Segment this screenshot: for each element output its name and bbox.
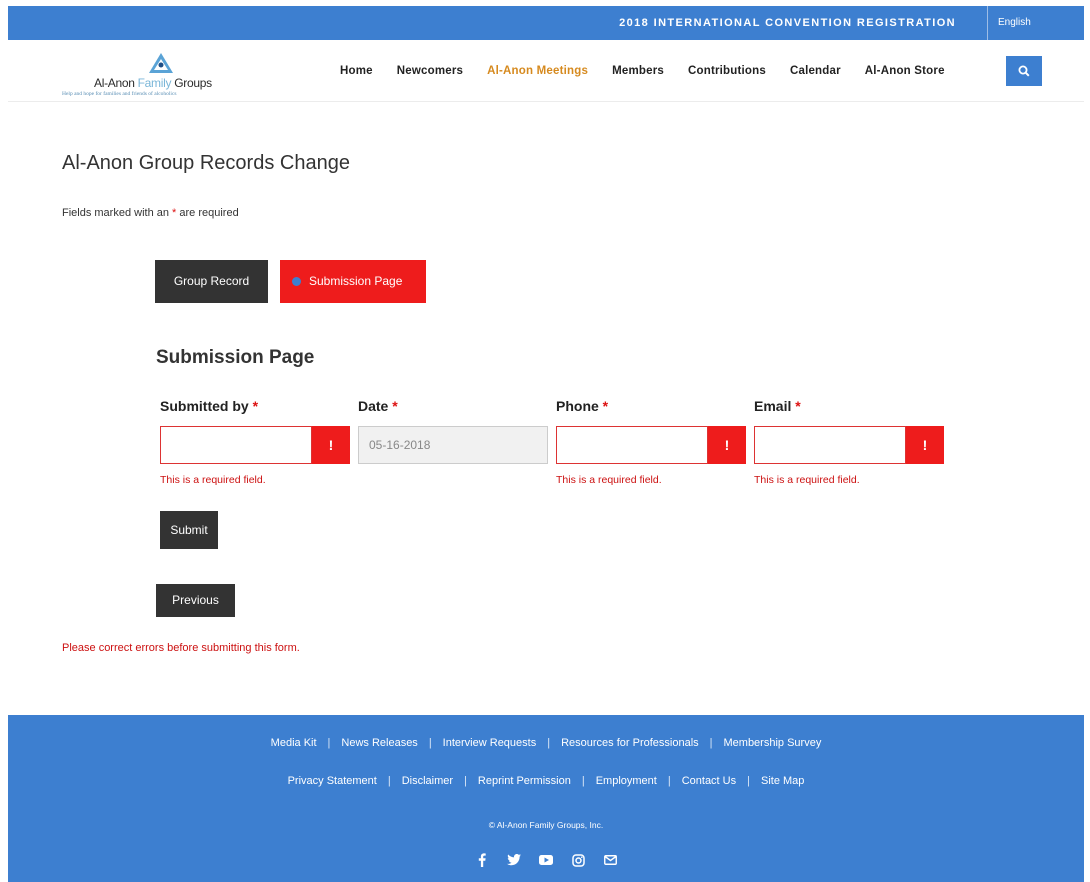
site-logo[interactable]: Al-Anon Family Groups Help and hope for … <box>62 50 252 97</box>
search-button[interactable] <box>1006 56 1042 86</box>
email-icon[interactable] <box>603 853 617 867</box>
tab-group-record[interactable]: Group Record <box>155 260 268 303</box>
email-input[interactable] <box>754 426 906 464</box>
submitted-by-error: This is a required field. <box>160 474 266 486</box>
topbar-divider <box>987 6 988 40</box>
page-title: Al-Anon Group Records Change <box>62 152 350 174</box>
footer-link-disclaimer[interactable]: Disclaimer <box>402 775 453 787</box>
language-selector[interactable]: English <box>998 6 1031 40</box>
nav-newcomers[interactable]: Newcomers <box>397 65 463 77</box>
footer-separator: | <box>709 737 713 749</box>
social-links <box>8 853 1084 867</box>
footer-link-contact-us[interactable]: Contact Us <box>682 775 736 787</box>
logo-triangle-icon <box>149 53 173 73</box>
nav-home[interactable]: Home <box>340 65 373 77</box>
top-bar: 2018 INTERNATIONAL CONVENTION REGISTRATI… <box>8 6 1084 40</box>
phone-error: This is a required field. <box>556 474 662 486</box>
date-field[interactable] <box>358 426 548 464</box>
submitted-by-error-icon: ! <box>312 426 350 464</box>
footer-separator: | <box>667 775 671 787</box>
phone-error-icon: ! <box>708 426 746 464</box>
footer-separator: | <box>464 775 467 787</box>
section-title: Submission Page <box>156 347 315 368</box>
footer-links-row-1: Media Kit | News Releases | Interview Re… <box>8 737 1084 749</box>
nav-contributions[interactable]: Contributions <box>688 65 766 77</box>
footer-link-employment[interactable]: Employment <box>596 775 657 787</box>
tab-submission-page[interactable]: Submission Page <box>280 260 426 303</box>
footer-separator: | <box>747 775 750 787</box>
nav-al-anon-meetings[interactable]: Al-Anon Meetings <box>487 65 588 77</box>
email-error: This is a required field. <box>754 474 860 486</box>
instagram-icon[interactable] <box>571 853 585 867</box>
logo-name: Al-Anon Family Groups <box>94 76 212 90</box>
current-step-dot-icon <box>292 277 301 287</box>
nav-members[interactable]: Members <box>612 65 664 77</box>
nav-al-anon-store[interactable]: Al-Anon Store <box>865 65 945 77</box>
email-label: Email * <box>754 398 801 414</box>
footer-link-interview-requests[interactable]: Interview Requests <box>443 737 537 749</box>
phone-input[interactable] <box>556 426 708 464</box>
search-icon <box>1018 65 1030 77</box>
footer-link-news-releases[interactable]: News Releases <box>341 737 417 749</box>
footer-separator: | <box>547 737 551 749</box>
footer-separator: | <box>581 775 585 787</box>
date-label: Date * <box>358 398 398 414</box>
footer-link-privacy-statement[interactable]: Privacy Statement <box>288 775 377 787</box>
submitted-by-label: Submitted by * <box>160 398 259 414</box>
form-error-message: Please correct errors before submitting … <box>62 642 300 654</box>
site-header: Al-Anon Family Groups Help and hope for … <box>8 40 1084 102</box>
footer-links-row-2: Privacy Statement | Disclaimer | Reprint… <box>8 775 1084 787</box>
footer-link-membership-survey[interactable]: Membership Survey <box>724 737 822 749</box>
required-fields-note: Fields marked with an * are required <box>62 207 239 219</box>
previous-button[interactable]: Previous <box>156 584 235 617</box>
footer-separator: | <box>327 737 331 749</box>
convention-registration-link[interactable]: 2018 INTERNATIONAL CONVENTION REGISTRATI… <box>619 6 956 40</box>
facebook-icon[interactable] <box>475 853 489 867</box>
email-error-icon: ! <box>906 426 944 464</box>
submit-button[interactable]: Submit <box>160 511 218 549</box>
footer-separator: | <box>387 775 391 787</box>
tab-submission-label: Submission Page <box>309 274 403 288</box>
logo-tagline: Help and hope for families and friends o… <box>62 91 177 97</box>
main-nav: Home Newcomers Al-Anon Meetings Members … <box>340 40 969 102</box>
footer-separator: | <box>428 737 432 749</box>
footer-link-reprint-permission[interactable]: Reprint Permission <box>478 775 571 787</box>
footer-link-resources-for-professionals[interactable]: Resources for Professionals <box>561 737 699 749</box>
submitted-by-input[interactable] <box>160 426 312 464</box>
footer-link-media-kit[interactable]: Media Kit <box>271 737 317 749</box>
footer-copyright: © Al-Anon Family Groups, Inc. <box>488 820 604 830</box>
site-footer: Media Kit | News Releases | Interview Re… <box>8 715 1084 882</box>
page-frame: 2018 INTERNATIONAL CONVENTION REGISTRATI… <box>8 6 1084 882</box>
twitter-icon[interactable] <box>507 853 521 867</box>
phone-label: Phone * <box>556 398 609 414</box>
nav-calendar[interactable]: Calendar <box>790 65 841 77</box>
footer-link-site-map[interactable]: Site Map <box>761 775 804 787</box>
youtube-icon[interactable] <box>539 853 553 867</box>
